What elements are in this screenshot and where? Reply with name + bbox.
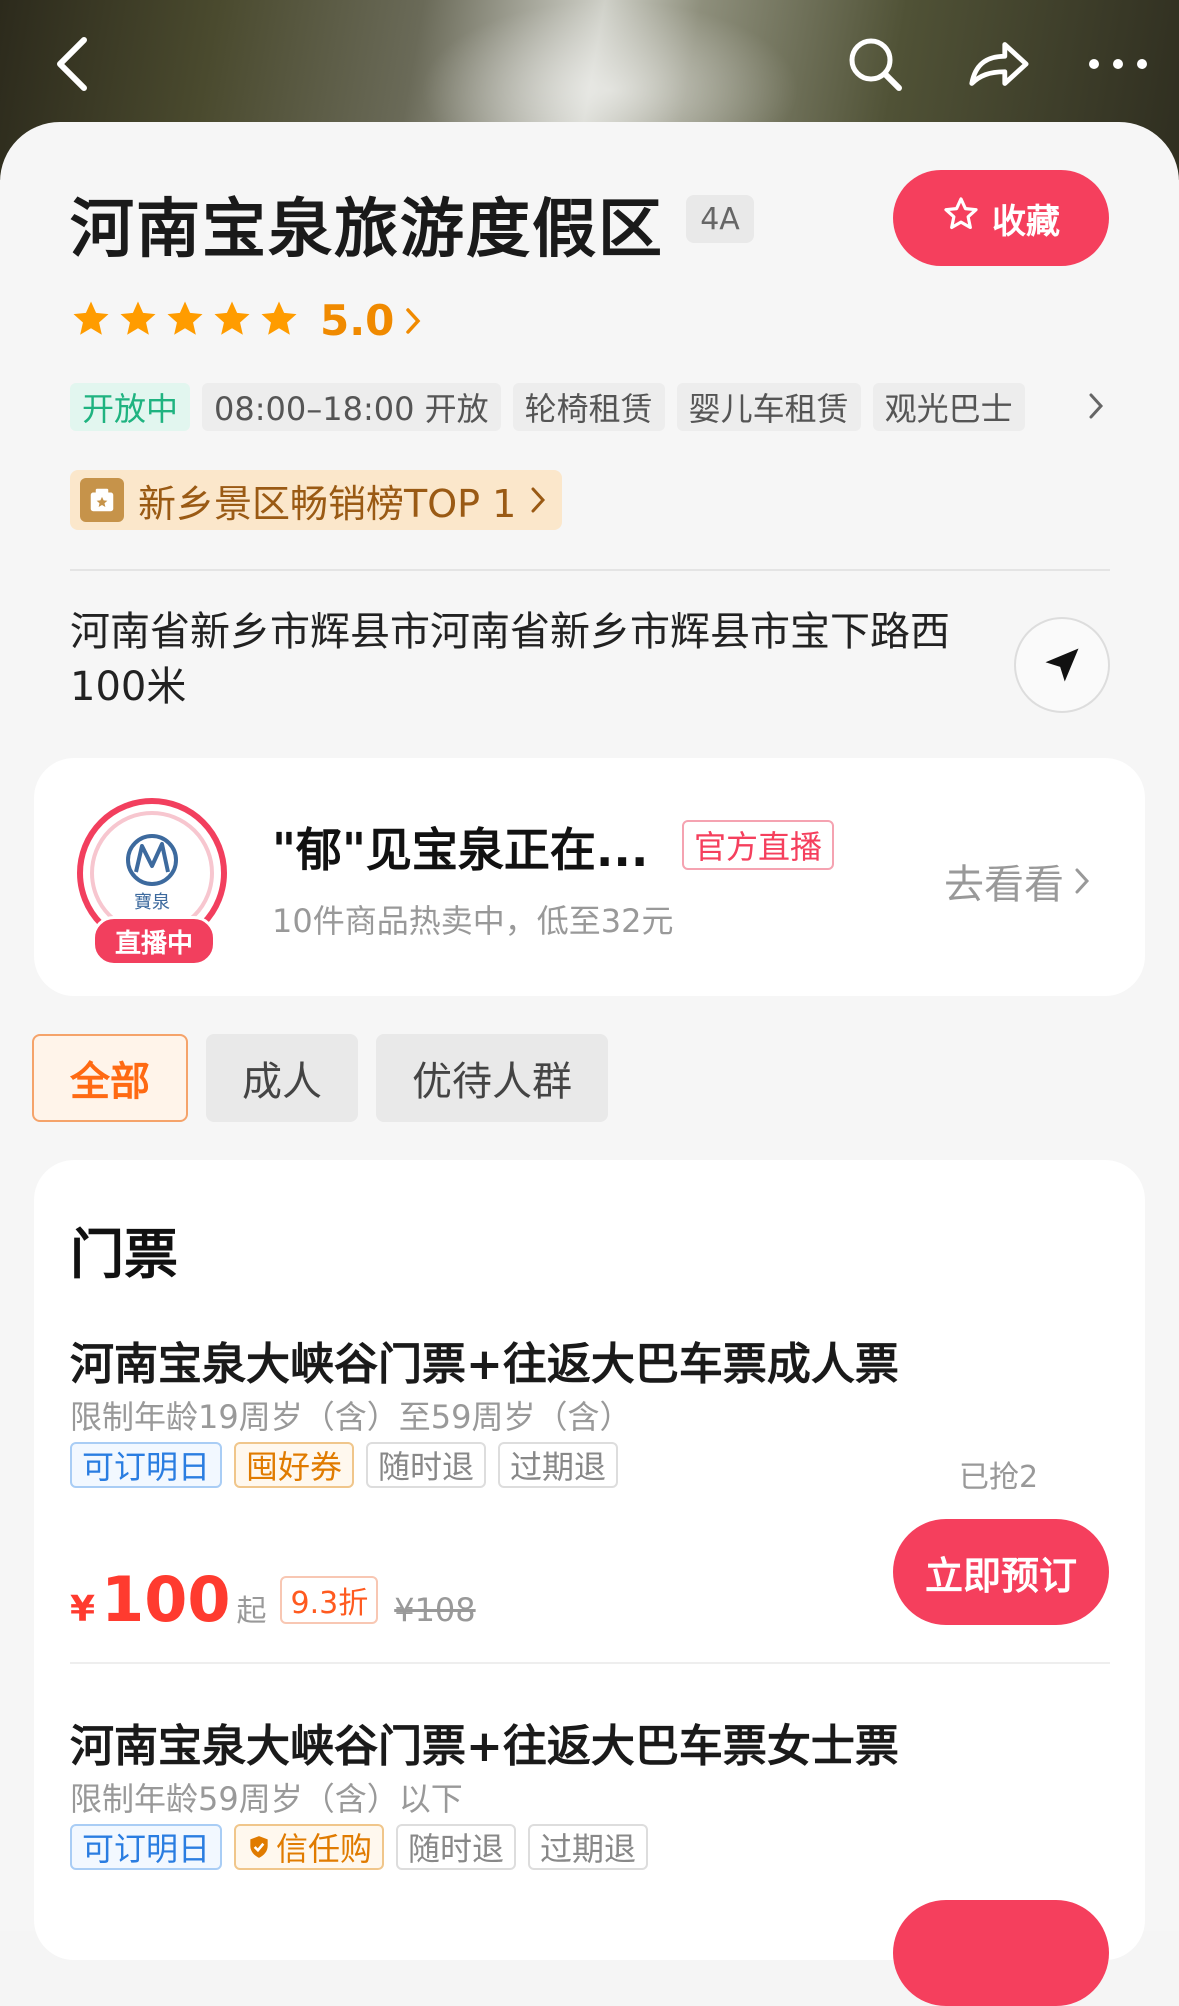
ticket-section: 门票 河南宝泉大峡谷门票+往返大巴车票成人票 限制年龄19周岁（含）至59周岁（… [34, 1160, 1145, 2006]
rating-value: 5.0 [320, 296, 395, 345]
filter-adult[interactable]: 成人 [206, 1034, 358, 1122]
chevron-right-icon [531, 487, 546, 513]
scenic-title: 河南宝泉旅游度假区 [70, 193, 664, 267]
more-icon[interactable] [1086, 32, 1150, 96]
section-title: 门票 [70, 1223, 178, 1286]
ticket-filter-tabs: 全部 成人 优待人群 [32, 1034, 608, 1122]
navigate-button[interactable] [1014, 617, 1110, 713]
ticket-title[interactable]: 河南宝泉大峡谷门票+往返大巴车票女士票 [70, 1710, 899, 1774]
ranking-badge[interactable]: 新乡景区畅销榜TOP 1 [70, 470, 563, 530]
tag-refund-expired: 过期退 [528, 1824, 649, 1870]
tag-sightseeing-bus: 观光巴士 [872, 383, 1025, 431]
divider [70, 569, 1110, 571]
original-price: ¥108 [394, 1591, 476, 1629]
go-see-label: 去看看 [944, 862, 1064, 908]
live-subtitle: 10件商品热卖中，低至32元 [272, 902, 674, 940]
tag-book-tomorrow: 可订明日 [70, 1442, 223, 1488]
discount-badge: 9.3折 [280, 1575, 379, 1624]
ticket-title[interactable]: 河南宝泉大峡谷门票+往返大巴车票成人票 [70, 1328, 899, 1392]
star-icon [214, 301, 250, 335]
tag-refund-anytime: 随时退 [396, 1824, 517, 1870]
tag-stroller: 婴儿车租赁 [676, 383, 861, 431]
tag-refund-expired: 过期退 [498, 1442, 619, 1488]
filter-concession[interactable]: 优待人群 [376, 1034, 608, 1122]
ticket-tags: 可订明日 信任购 随时退 过期退 [70, 1824, 649, 1870]
trophy-icon [80, 478, 124, 522]
tag-open-status: 开放中 [70, 383, 191, 431]
book-now-button[interactable] [893, 1900, 1109, 2006]
address-text[interactable]: 河南省新乡市辉县市河南省新乡市辉县市宝下路西100米 [70, 605, 950, 715]
go-see-link[interactable]: 去看看 [944, 852, 1090, 910]
sold-count: 已抢2 [959, 1460, 1039, 1495]
share-icon[interactable] [966, 32, 1030, 96]
rating-stars[interactable] [70, 298, 300, 340]
navigation-arrow-icon [1045, 648, 1079, 682]
favorite-button[interactable]: 收藏 [893, 170, 1109, 266]
live-badge: 直播中 [92, 916, 216, 966]
baoquan-logo-icon [126, 834, 178, 886]
tag-book-tomorrow: 可订明日 [70, 1824, 223, 1870]
tag-refund-anytime: 随时退 [366, 1442, 487, 1488]
star-icon [261, 301, 297, 335]
ticket-price: ¥ 100 起 9.3折 ¥108 [70, 1563, 476, 1636]
tag-trust-purchase: 信任购 [234, 1824, 385, 1870]
rating-score-link[interactable]: 5.0 [320, 296, 422, 345]
chevron-right-icon[interactable] [1086, 390, 1106, 426]
logo-text: 寶泉 [134, 892, 170, 913]
tag-wheelchair: 轮椅租赁 [512, 383, 665, 431]
favorite-label: 收藏 [992, 201, 1060, 242]
tag-opening-hours: 08:00–18:00 开放 [202, 383, 501, 431]
star-outline-icon [942, 195, 980, 242]
price-currency: ¥ [70, 1589, 96, 1630]
grade-badge: 4A [686, 195, 754, 243]
search-icon[interactable] [843, 32, 907, 96]
book-now-button[interactable]: 立即预订 [893, 1519, 1109, 1625]
shield-check-icon [250, 1836, 268, 1858]
price-value: 100 [101, 1563, 231, 1636]
star-icon [73, 301, 109, 335]
star-icon [120, 301, 156, 335]
chevron-right-icon [1075, 868, 1090, 894]
back-arrow-icon[interactable] [40, 32, 104, 96]
chevron-right-icon [406, 307, 421, 334]
live-stream-card[interactable]: 寶泉 直播中 "郁"见宝泉正在... 官方直播 10件商品热卖中，低至32元 去… [34, 758, 1145, 996]
trust-label: 信任购 [276, 1830, 373, 1868]
filter-all[interactable]: 全部 [32, 1034, 188, 1122]
ticket-tags: 可订明日 囤好券 随时退 过期退 [70, 1442, 619, 1488]
divider [70, 1662, 1110, 1664]
star-icon [167, 301, 203, 335]
tag-coupon: 囤好券 [234, 1442, 355, 1488]
ticket-restriction: 限制年龄59周岁（含）以下 [70, 1780, 463, 1818]
price-suffix: 起 [236, 1594, 267, 1629]
feature-tags[interactable]: 开放中 08:00–18:00 开放 轮椅租赁 婴儿车租赁 观光巴士 [70, 383, 1025, 431]
ticket-restriction: 限制年龄19周岁（含）至59周岁（含） [70, 1398, 632, 1436]
official-live-tag: 官方直播 [682, 820, 835, 870]
ranking-label: 新乡景区畅销榜TOP 1 [138, 481, 517, 526]
live-title: "郁"见宝泉正在... [272, 823, 649, 877]
